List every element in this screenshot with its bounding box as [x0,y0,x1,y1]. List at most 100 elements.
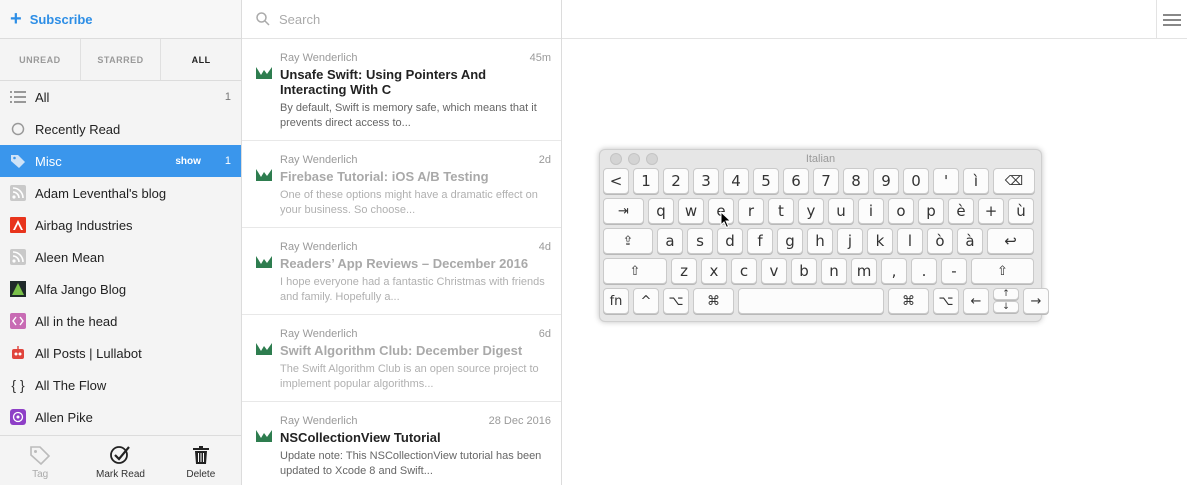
hamburger-icon [1163,13,1181,26]
key-e-grave[interactable]: è [948,198,974,224]
key-d[interactable]: d [717,228,743,254]
sidebar: + Subscribe UNREAD STARRED ALL All 1 Rec… [0,0,242,485]
tag-button[interactable]: Tag [0,436,80,485]
key-w[interactable]: w [678,198,704,224]
key-y[interactable]: y [798,198,824,224]
key-o-grave[interactable]: ò [927,228,953,254]
search-bar[interactable]: Search [242,0,561,39]
feed-item-lullabot[interactable]: All Posts | Lullabot [0,337,241,369]
key-command-left[interactable]: ⌘ [693,288,734,314]
key-m[interactable]: m [851,258,877,284]
key-n[interactable]: n [821,258,847,284]
feed-item-all-in-the-head[interactable]: All in the head [0,305,241,337]
key-x[interactable]: x [701,258,727,284]
feed-item-all[interactable]: All 1 [0,81,241,113]
article-item[interactable]: Ray Wenderlich 4d Readers’ App Reviews – … [242,228,561,315]
key-u[interactable]: u [828,198,854,224]
key-arrow-up[interactable]: ↑ [993,288,1019,300]
feed-item-recently-read[interactable]: Recently Read [0,113,241,145]
key-q[interactable]: q [648,198,674,224]
menu-button[interactable] [1156,0,1187,39]
key-8[interactable]: 8 [843,168,869,194]
filter-starred[interactable]: STARRED [81,39,162,80]
key-s[interactable]: s [687,228,713,254]
key-space[interactable] [738,288,884,314]
key-a-grave[interactable]: à [957,228,983,254]
key-minus[interactable]: - [941,258,967,284]
article-title: Swift Algorithm Club: December Digest [280,343,523,358]
feed-item-all-the-flow[interactable]: { } All The Flow [0,369,241,401]
key-1[interactable]: 1 [633,168,659,194]
key-j[interactable]: j [837,228,863,254]
key-r[interactable]: r [738,198,764,224]
feed-item-misc[interactable]: Misc show 1 [0,145,241,177]
key-t[interactable]: t [768,198,794,224]
key-h[interactable]: h [807,228,833,254]
key-return[interactable]: ↩ [987,228,1034,254]
key-7[interactable]: 7 [813,168,839,194]
key-plus[interactable]: + [978,198,1004,224]
key-comma[interactable]: , [881,258,907,284]
key-4[interactable]: 4 [723,168,749,194]
key-option-left[interactable]: ⌥ [663,288,689,314]
article-item[interactable]: Ray Wenderlich 2d Firebase Tutorial: iOS … [242,141,561,228]
key-0[interactable]: 0 [903,168,929,194]
feed-item-adam-leventhal[interactable]: Adam Leventhal's blog [0,177,241,209]
raywenderlich-logo-icon [256,343,272,355]
key-arrow-down[interactable]: ↓ [993,301,1019,313]
key-u-grave[interactable]: ù [1008,198,1034,224]
key-less-than[interactable]: < [603,168,629,194]
subscribe-button[interactable]: + Subscribe [0,0,241,39]
feed-item-airbag-industries[interactable]: Airbag Industries [0,209,241,241]
article-item[interactable]: Ray Wenderlich 45m Unsafe Swift: Using Po… [242,39,561,141]
key-2[interactable]: 2 [663,168,689,194]
key-i-grave[interactable]: ì [963,168,989,194]
key-apostrophe[interactable]: ' [933,168,959,194]
key-control[interactable]: ^ [633,288,659,314]
key-b[interactable]: b [791,258,817,284]
feed-item-alfa-jango[interactable]: Alfa Jango Blog [0,273,241,305]
key-k[interactable]: k [867,228,893,254]
key-9[interactable]: 9 [873,168,899,194]
key-option-right[interactable]: ⌥ [933,288,959,314]
feed-item-aleen-mean[interactable]: Aleen Mean [0,241,241,273]
key-period[interactable]: . [911,258,937,284]
key-arrow-right[interactable]: → [1023,288,1049,314]
key-caps-lock[interactable]: ⇪ [603,228,653,254]
search-input[interactable]: Search [279,12,320,27]
key-z[interactable]: z [671,258,697,284]
mark-read-button[interactable]: Mark Read [80,436,160,485]
key-delete[interactable]: ⌫ [993,168,1035,194]
key-p[interactable]: p [918,198,944,224]
key-6[interactable]: 6 [783,168,809,194]
key-a[interactable]: a [657,228,683,254]
tag-outline-icon [30,446,51,465]
filter-all[interactable]: ALL [161,39,241,80]
key-o[interactable]: o [888,198,914,224]
feed-item-allen-pike[interactable]: Allen Pike [0,401,241,433]
key-l[interactable]: l [897,228,923,254]
article-summary: Update note: This NSCollectionView tutor… [280,450,542,477]
key-fn[interactable]: fn [603,288,629,314]
feed-label: Recently Read [35,121,121,137]
key-shift-left[interactable]: ⇧ [603,258,667,284]
key-tab[interactable]: ⇥ [603,198,644,224]
raywenderlich-logo-icon [256,67,272,79]
key-c[interactable]: c [731,258,757,284]
key-g[interactable]: g [777,228,803,254]
key-arrow-left[interactable]: ← [963,288,989,314]
key-f[interactable]: f [747,228,773,254]
show-button[interactable]: show [175,156,201,167]
filter-unread[interactable]: UNREAD [0,39,81,80]
key-i[interactable]: i [858,198,884,224]
airbag-favicon [10,217,26,233]
key-shift-right[interactable]: ⇧ [971,258,1034,284]
key-3[interactable]: 3 [693,168,719,194]
key-5[interactable]: 5 [753,168,779,194]
key-v[interactable]: v [761,258,787,284]
reader-toolbar [562,0,1187,39]
article-item[interactable]: Ray Wenderlich 28 Dec 2016 NSCollectionVi… [242,402,561,485]
key-command-right[interactable]: ⌘ [888,288,929,314]
delete-button[interactable]: Delete [161,436,241,485]
article-item[interactable]: Ray Wenderlich 6d Swift Algorithm Club: D… [242,315,561,402]
